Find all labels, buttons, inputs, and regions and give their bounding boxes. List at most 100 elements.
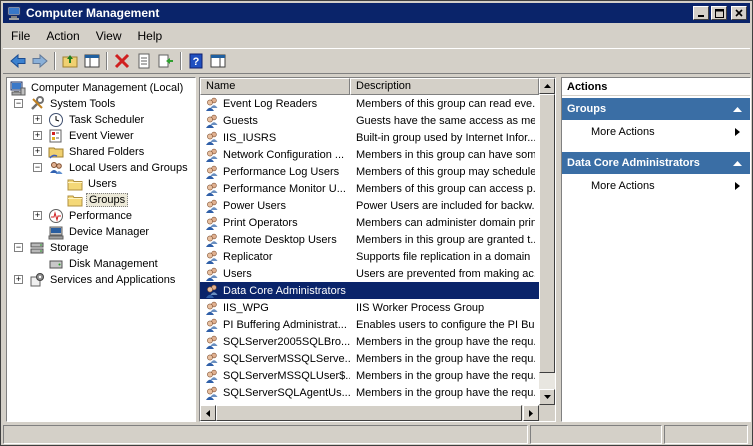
show-hide-action-pane-button[interactable]: [207, 50, 229, 72]
menu-bar: File Action View Help: [3, 25, 750, 47]
column-header-name[interactable]: Name: [200, 78, 350, 95]
group-row-performance-monitor-u[interactable]: Performance Monitor U... Members of this …: [200, 180, 539, 197]
group-name: PI Buffering Administrat...: [223, 318, 347, 331]
menu-view[interactable]: View: [88, 29, 130, 43]
help-button[interactable]: ?: [185, 50, 207, 72]
tree-node-services-and-applications[interactable]: Services and Applications: [29, 272, 177, 288]
tree-node-groups[interactable]: Groups: [67, 192, 129, 208]
tree-node-disk-management[interactable]: Disk Management: [48, 256, 160, 272]
action-more-actions-selected[interactable]: More Actions: [562, 176, 750, 196]
group-row-replicator[interactable]: Replicator Supports file replication in a…: [200, 248, 539, 265]
properties-button[interactable]: [133, 50, 155, 72]
group-row-sqlservermssqluser[interactable]: SQLServerMSSQLUser$... Members in the gro…: [200, 367, 539, 384]
group-row-performance-log-users[interactable]: Performance Log Users Members of this gro…: [200, 163, 539, 180]
minimize-button[interactable]: [693, 6, 709, 20]
group-row-data-core-administrators[interactable]: Data Core Administrators: [200, 282, 539, 299]
actions-section-data-core-administrators[interactable]: Data Core Administrators: [562, 152, 750, 174]
group-description: Members in the group have the requ...: [356, 352, 535, 365]
horizontal-scroll-thumb[interactable]: [216, 405, 522, 421]
group-name-cell: Performance Log Users: [200, 164, 350, 180]
group-row-guests[interactable]: Guests Guests have the same access as me.…: [200, 112, 539, 129]
collapse-icon[interactable]: −: [33, 163, 42, 172]
action-more-actions-groups[interactable]: More Actions: [562, 122, 750, 142]
tree-node-computer-management-local[interactable]: Computer Management (Local): [10, 80, 185, 96]
export-list-button[interactable]: [155, 50, 177, 72]
group-name: SQLServerSQLAgentUs...: [223, 386, 350, 399]
expand-icon[interactable]: +: [33, 131, 42, 140]
expand-icon[interactable]: +: [33, 147, 42, 156]
tree-node-label: Performance: [69, 210, 132, 222]
delete-button[interactable]: [111, 50, 133, 72]
group-row-remote-desktop-users[interactable]: Remote Desktop Users Members in this grou…: [200, 231, 539, 248]
title-bar[interactable]: Computer Management: [3, 3, 750, 23]
expand-icon[interactable]: +: [33, 115, 42, 124]
forward-button[interactable]: [29, 50, 51, 72]
back-button[interactable]: [7, 50, 29, 72]
expand-icon[interactable]: +: [14, 275, 23, 284]
tree-node-task-scheduler[interactable]: Task Scheduler: [48, 112, 146, 128]
group-name-cell: SQLServerMSSQLUser$...: [200, 368, 350, 384]
group-row-users[interactable]: Users Users are prevented from making ac.…: [200, 265, 539, 282]
tree-node-device-manager[interactable]: Device Manager: [48, 224, 151, 240]
scroll-left-arrow-icon: [206, 409, 210, 417]
group-icon: [206, 335, 218, 349]
status-cell-main: [3, 425, 528, 444]
tools-icon: [31, 96, 44, 110]
column-header-description[interactable]: Description: [350, 78, 539, 95]
group-name: Guests: [223, 114, 258, 127]
group-row-sqlservermssqlserve[interactable]: SQLServerMSSQLServe... Members in the gro…: [200, 350, 539, 367]
collapse-icon[interactable]: −: [14, 243, 23, 252]
menu-file[interactable]: File: [3, 29, 38, 43]
groups-list-view[interactable]: Name Description Event Log Readers Member…: [199, 77, 556, 422]
scroll-right-button[interactable]: [523, 405, 539, 421]
actions-section-groups[interactable]: Groups: [562, 98, 750, 120]
group-name: Performance Log Users: [223, 165, 340, 178]
group-row-iis-iusrs[interactable]: IIS_IUSRS Built-in group used by Internet…: [200, 129, 539, 146]
group-description: Members of this group can read eve...: [356, 97, 535, 110]
collapse-icon[interactable]: −: [14, 99, 23, 108]
menu-help[interactable]: Help: [130, 29, 171, 43]
tree-node-shared-folders[interactable]: Shared Folders: [48, 144, 146, 160]
toolbar-separator: [106, 52, 108, 70]
tree-node-performance[interactable]: Performance: [48, 208, 134, 224]
scroll-down-arrow-icon: [543, 395, 551, 399]
vertical-scroll-thumb[interactable]: [539, 94, 555, 373]
up-level-button[interactable]: [59, 50, 81, 72]
scroll-up-button[interactable]: [539, 78, 555, 94]
tree-node-storage[interactable]: Storage: [29, 240, 91, 256]
group-row-sqlserver2005sqlbro[interactable]: SQLServer2005SQLBro... Members in the gro…: [200, 333, 539, 350]
console-tree[interactable]: Computer Management (Local) − System Tools…: [6, 77, 196, 422]
action-label: More Actions: [591, 180, 655, 192]
horizontal-scrollbar[interactable]: [200, 405, 539, 421]
tree-node-local-users-and-groups[interactable]: Local Users and Groups: [48, 160, 190, 176]
computer-management-window: Computer Management File Action View Hel…: [0, 0, 753, 446]
group-name: Replicator: [223, 250, 273, 263]
group-name: Remote Desktop Users: [223, 233, 337, 246]
group-row-iis-wpg[interactable]: IIS_WPG IIS Worker Process Group: [200, 299, 539, 316]
expand-icon[interactable]: +: [33, 211, 42, 220]
group-row-event-log-readers[interactable]: Event Log Readers Members of this group c…: [200, 95, 539, 112]
maximize-icon: [714, 8, 724, 18]
close-button[interactable]: [731, 6, 747, 20]
menu-action[interactable]: Action: [38, 29, 87, 43]
vertical-scrollbar[interactable]: [539, 78, 555, 405]
tree-node-users[interactable]: Users: [67, 176, 119, 192]
group-row-network-configuration[interactable]: Network Configuration ... Members in this…: [200, 146, 539, 163]
export-list-icon: [158, 54, 173, 68]
device-manager-icon: [48, 226, 64, 240]
scroll-down-button[interactable]: [539, 389, 555, 405]
scroll-left-button[interactable]: [200, 405, 216, 421]
group-row-print-operators[interactable]: Print Operators Members can administer do…: [200, 214, 539, 231]
group-icon: [206, 284, 218, 298]
computer-management-icon: [7, 6, 21, 20]
group-row-power-users[interactable]: Power Users Power Users are included for …: [200, 197, 539, 214]
back-arrow-icon: [10, 53, 26, 69]
group-row-pi-buffering-administrat[interactable]: PI Buffering Administrat... Enables users…: [200, 316, 539, 333]
tree-node-event-viewer[interactable]: Event Viewer: [48, 128, 136, 144]
submenu-arrow-icon: [735, 182, 740, 190]
group-row-sqlserversqlagentus[interactable]: SQLServerSQLAgentUs... Members in the gro…: [200, 384, 539, 401]
tree-node-system-tools[interactable]: System Tools: [29, 96, 117, 112]
show-hide-tree-button[interactable]: [81, 50, 103, 72]
maximize-button[interactable]: [711, 6, 727, 20]
group-name-cell: Network Configuration ...: [200, 147, 350, 163]
